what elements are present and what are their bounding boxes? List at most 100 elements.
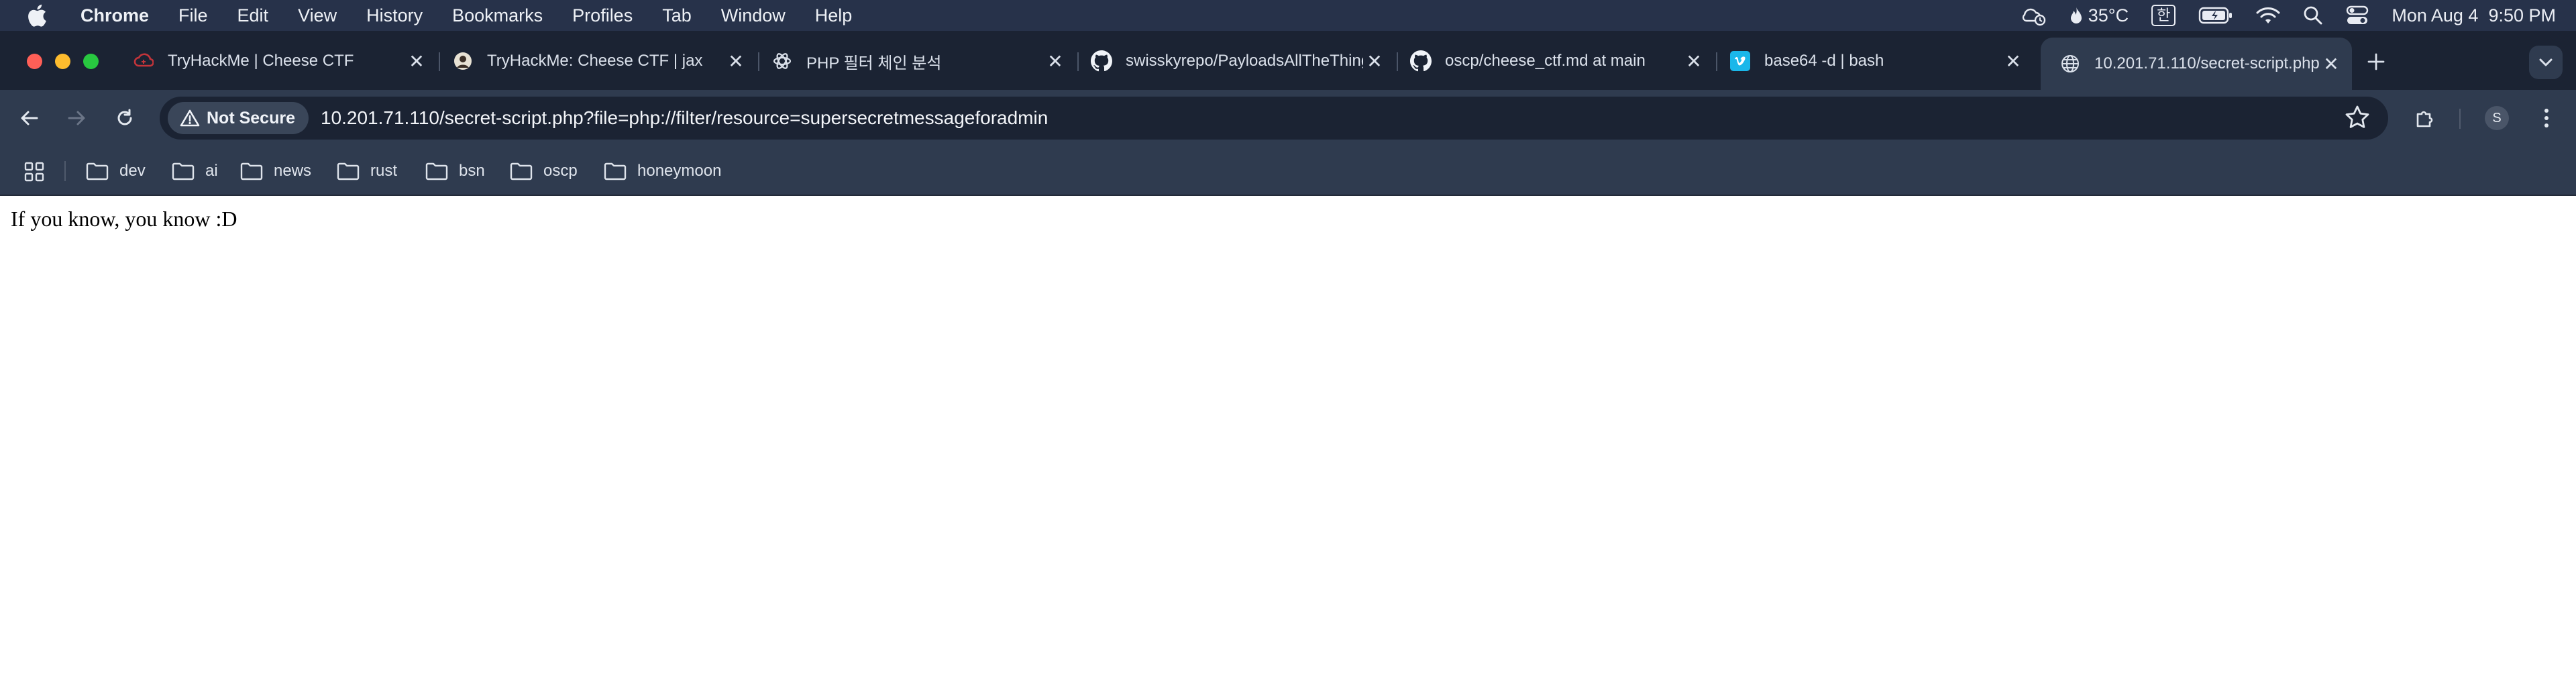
forward-button[interactable] xyxy=(62,103,91,133)
menu-history[interactable]: History xyxy=(352,0,437,31)
window-close-button[interactable] xyxy=(27,54,42,69)
bookmark-folder-rust[interactable]: rust xyxy=(337,157,397,185)
web-page-content: If you know, you know :D xyxy=(0,196,2576,683)
spotlight-search-icon[interactable] xyxy=(2303,5,2323,25)
reload-button[interactable] xyxy=(110,103,140,133)
menu-file[interactable]: File xyxy=(164,0,223,31)
flame-icon xyxy=(2070,5,2083,25)
folder-icon xyxy=(240,162,263,180)
bookmark-folder-honeymoon[interactable]: honeymoon xyxy=(604,157,721,185)
bookmark-label: dev xyxy=(119,162,146,180)
bookmark-folder-news[interactable]: news xyxy=(240,157,311,185)
menu-bookmarks[interactable]: Bookmarks xyxy=(437,0,557,31)
bookmark-star-icon[interactable] xyxy=(2344,104,2371,131)
weather-temperature: 35°C xyxy=(2088,5,2129,25)
folder-icon xyxy=(172,162,195,180)
arrow-right-icon xyxy=(66,107,87,129)
site-security-chip[interactable]: Not Secure xyxy=(168,102,309,134)
tab-oscp-cheese-ctf[interactable]: oscp/cheese_ctf.md at main ✕ xyxy=(1410,40,1705,82)
weather-status[interactable]: 35°C xyxy=(2070,5,2129,26)
menu-edit[interactable]: Edit xyxy=(223,0,284,31)
close-icon[interactable]: ✕ xyxy=(724,50,747,72)
battery-icon[interactable] xyxy=(2198,6,2233,25)
close-icon[interactable]: ✕ xyxy=(1682,50,1705,72)
extensions-puzzle-icon[interactable] xyxy=(2411,103,2440,133)
window-zoom-button[interactable] xyxy=(83,54,99,69)
tryhackme-icon xyxy=(133,50,154,72)
openai-icon xyxy=(771,50,793,72)
menu-tab[interactable]: Tab xyxy=(647,0,706,31)
tab-title: 10.201.71.110/secret-script.php xyxy=(2094,54,2320,72)
tab-payloadsallthethings[interactable]: swisskyrepo/PayloadsAllTheThings ✕ xyxy=(1091,40,1386,82)
tab-title: PHP 필터 체인 분석 xyxy=(806,54,942,72)
bookmark-folder-oscp[interactable]: oscp xyxy=(510,157,578,185)
cloud-clock-icon[interactable] xyxy=(2020,5,2047,26)
bookmark-label: ai xyxy=(205,162,218,180)
apps-grid-icon[interactable] xyxy=(24,162,44,182)
tab-tryhackme-writeup[interactable]: TryHackMe: Cheese CTF | jax ✕ xyxy=(452,40,747,82)
folder-icon xyxy=(510,162,533,180)
menu-profiles[interactable]: Profiles xyxy=(557,0,647,31)
tab-separator xyxy=(1716,52,1717,71)
menu-view[interactable]: View xyxy=(283,0,352,31)
tab-secret-script-active[interactable]: 10.201.71.110/secret-script.php ✕ xyxy=(2041,38,2352,90)
globe-icon xyxy=(2059,53,2081,74)
chevron-down-icon xyxy=(2538,57,2554,68)
warning-triangle-icon xyxy=(180,109,200,127)
folder-icon xyxy=(604,162,627,180)
arrow-left-icon xyxy=(19,107,40,129)
close-icon[interactable]: ✕ xyxy=(405,50,428,72)
close-icon[interactable]: ✕ xyxy=(2002,50,2025,72)
close-icon[interactable]: ✕ xyxy=(1044,50,1067,72)
new-tab-button[interactable] xyxy=(2364,50,2388,74)
menubar-datetime[interactable]: Mon Aug 4 9:50 PM xyxy=(2392,5,2556,26)
bookmark-folder-bsn[interactable]: bsn xyxy=(425,157,485,185)
bookmark-folder-ai[interactable]: ai xyxy=(172,157,218,185)
bookmark-label: bsn xyxy=(459,162,485,180)
tab-title: TryHackMe | Cheese CTF xyxy=(168,52,354,70)
more-vertical-icon[interactable] xyxy=(2532,103,2561,133)
bookmarks-bar: dev ai news rust bsn oscp honeymoon xyxy=(0,146,2576,196)
apple-menu-icon[interactable] xyxy=(25,2,48,29)
menu-help[interactable]: Help xyxy=(800,0,867,31)
tab-php-filter-chain[interactable]: PHP 필터 체인 분석 ✕ xyxy=(771,40,1067,82)
input-method-indicator[interactable]: 한 xyxy=(2151,5,2176,26)
folder-icon xyxy=(425,162,448,180)
url-text[interactable]: 10.201.71.110/secret-script.php?file=php… xyxy=(321,107,1048,129)
tab-separator xyxy=(1397,52,1398,71)
tab-separator xyxy=(1077,52,1079,71)
folder-icon xyxy=(337,162,360,180)
bookmark-label: news xyxy=(274,162,312,180)
github-icon xyxy=(1091,50,1112,72)
address-bar[interactable]: Not Secure 10.201.71.110/secret-script.p… xyxy=(160,97,2388,140)
tab-base64-bash[interactable]: base64 -d | bash ✕ xyxy=(1729,40,2025,82)
bookmarks-separator xyxy=(64,161,66,181)
tab-title: oscp/cheese_ctf.md at main xyxy=(1445,52,1646,70)
reload-icon xyxy=(114,107,136,129)
back-button[interactable] xyxy=(15,103,44,133)
tab-tryhackme-cheese-ctf[interactable]: TryHackMe | Cheese CTF ✕ xyxy=(133,40,428,82)
tab-strip: TryHackMe | Cheese CTF ✕ TryHackMe: Chee… xyxy=(0,31,2576,90)
jaxafed-avatar-icon xyxy=(452,50,474,72)
bookmark-label: honeymoon xyxy=(637,162,722,180)
github-icon xyxy=(1410,50,1432,72)
bookmark-label: rust xyxy=(370,162,398,180)
toolbar-divider xyxy=(2459,109,2461,129)
control-center-icon[interactable] xyxy=(2346,5,2369,25)
bookmark-folder-dev[interactable]: dev xyxy=(86,157,146,185)
close-icon[interactable]: ✕ xyxy=(1363,50,1386,72)
tab-title: swisskyrepo/PayloadsAllTheThings xyxy=(1126,52,1363,70)
close-icon[interactable]: ✕ xyxy=(2320,52,2343,75)
window-minimize-button[interactable] xyxy=(55,54,70,69)
macos-menu-bar: Chrome File Edit View History Bookmarks … xyxy=(0,0,2576,31)
tab-search-button[interactable] xyxy=(2529,46,2563,79)
tab-title: base64 -d | bash xyxy=(1764,52,1884,70)
page-body-text: If you know, you know :D xyxy=(11,207,237,231)
menu-window[interactable]: Window xyxy=(706,0,800,31)
tab-separator xyxy=(439,52,440,71)
menu-app-name[interactable]: Chrome xyxy=(74,0,164,31)
bookmark-label: oscp xyxy=(543,162,578,180)
profile-avatar[interactable]: S xyxy=(2485,106,2509,130)
tab-separator xyxy=(758,52,759,71)
wifi-icon[interactable] xyxy=(2256,6,2280,25)
